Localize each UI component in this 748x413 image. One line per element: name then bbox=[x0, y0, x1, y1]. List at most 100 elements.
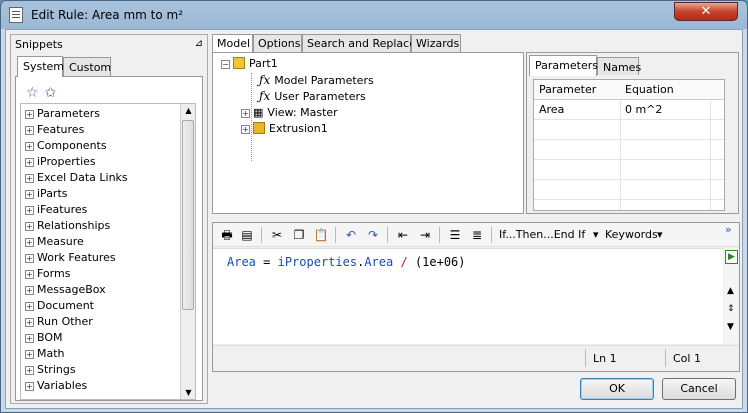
snippet-tree-item[interactable]: + Excel Data Links bbox=[25, 171, 128, 187]
expand-icon[interactable]: + bbox=[25, 206, 34, 215]
redo-icon[interactable]: ↷ bbox=[365, 227, 381, 243]
add-snippet-icon[interactable]: ☆ bbox=[26, 85, 39, 101]
expand-icon[interactable]: + bbox=[25, 238, 34, 247]
snippet-tree-item[interactable]: + Components bbox=[25, 139, 107, 155]
parameters-panel: Parameters Names Parameter Equation Area… bbox=[526, 52, 739, 214]
run-icon[interactable]: ▶ bbox=[725, 250, 738, 264]
expand-icon[interactable]: + bbox=[25, 142, 34, 151]
expand-icon[interactable]: + bbox=[25, 318, 34, 327]
tab-system[interactable]: System bbox=[17, 56, 64, 77]
expand-icon[interactable]: + bbox=[25, 366, 34, 375]
column-header-parameter[interactable]: Parameter bbox=[534, 80, 620, 100]
expand-icon[interactable]: + bbox=[25, 254, 34, 263]
expand-icon[interactable]: + bbox=[25, 158, 34, 167]
expand-icon[interactable]: + bbox=[25, 270, 34, 279]
expand-icon[interactable]: + bbox=[25, 190, 34, 199]
collapse-icon[interactable]: − bbox=[221, 60, 230, 69]
snippet-tree-item[interactable]: + Run Other bbox=[25, 315, 93, 331]
snippet-tree-item[interactable]: + MessageBox bbox=[25, 283, 106, 299]
snippets-scrollbar[interactable]: ▲ ▼ bbox=[180, 104, 195, 399]
snippet-tree-item[interactable]: + Relationships bbox=[25, 219, 110, 235]
snippet-label: Relationships bbox=[37, 219, 111, 232]
outdent-icon[interactable]: ⇤ bbox=[395, 227, 411, 243]
tree-node-view-master[interactable]: + ▦ View: Master bbox=[241, 106, 338, 119]
expand-icon[interactable]: + bbox=[25, 334, 34, 343]
keywords-dropdown-icon[interactable]: ▾ bbox=[593, 228, 599, 241]
snippet-tree-item[interactable]: + Strings bbox=[25, 363, 76, 379]
expand-icon[interactable]: + bbox=[25, 350, 34, 359]
expand-icon[interactable]: + bbox=[25, 286, 34, 295]
snippet-tree-item[interactable]: + iProperties bbox=[25, 155, 96, 171]
scroll-down-icon[interactable]: ▼ bbox=[727, 322, 734, 332]
indent-icon[interactable]: ⇥ bbox=[417, 227, 433, 243]
tab-model[interactable]: Model bbox=[212, 34, 253, 52]
snippet-tree-item[interactable]: + Variables bbox=[25, 379, 87, 395]
scroll-up-icon[interactable]: ▲ bbox=[727, 286, 734, 296]
tree-node-user-parameters[interactable]: ƒx User Parameters bbox=[259, 89, 366, 103]
if-then-button[interactable]: If...Then...End If bbox=[499, 228, 585, 241]
equation-cell[interactable]: 0 m^2 bbox=[620, 100, 710, 120]
keywords-chevron-icon[interactable]: ▾ bbox=[657, 228, 663, 241]
tree-node-part1[interactable]: − Part1 bbox=[221, 57, 278, 70]
cancel-button[interactable]: Cancel bbox=[662, 378, 736, 400]
snippet-tree-item[interactable]: + Math bbox=[25, 347, 65, 363]
snippet-tree-item[interactable]: + Parameters bbox=[25, 107, 100, 123]
toolbar-overflow-icon[interactable]: » bbox=[725, 223, 732, 236]
snippet-tree-item[interactable]: + Measure bbox=[25, 235, 84, 251]
print-preview-icon[interactable]: ▤ bbox=[239, 227, 255, 243]
snippets-tree: + Parameters + Features + Components + iPropert… bbox=[20, 103, 196, 400]
snippet-tree-item[interactable]: + Document bbox=[25, 299, 94, 315]
scroll-thumb[interactable] bbox=[182, 120, 194, 310]
expand-icon[interactable]: + bbox=[25, 222, 34, 231]
column-header-equation[interactable]: Equation bbox=[620, 80, 710, 100]
snippets-pane: Snippets ⊿ System Custom ☆ ✩ + Parameters +… bbox=[10, 34, 208, 404]
snippets-body: ☆ ✩ + Parameters + Features + Components + iProp… bbox=[15, 76, 203, 401]
snippet-tree-item[interactable]: + iFeatures bbox=[25, 203, 87, 219]
scroll-down-icon[interactable]: ▼ bbox=[181, 386, 195, 399]
parameter-name-cell[interactable]: Area bbox=[534, 100, 620, 120]
tab-wizards[interactable]: Wizards bbox=[411, 34, 461, 52]
tab-custom[interactable]: Custom bbox=[63, 57, 111, 76]
tree-node-extrusion1[interactable]: + Extrusion1 bbox=[241, 122, 328, 135]
edit-snippet-icon[interactable]: ✩ bbox=[45, 85, 57, 101]
expand-icon[interactable]: + bbox=[241, 109, 250, 118]
snippet-tree-item[interactable]: + BOM bbox=[25, 331, 63, 347]
tab-options[interactable]: Options bbox=[253, 34, 302, 52]
tab-search-replace[interactable]: Search and Replace bbox=[302, 34, 416, 52]
edit-rule-window: Edit Rule: Area mm to m² ✕ Snippets ⊿ Sy… bbox=[0, 0, 748, 413]
tab-names[interactable]: Names bbox=[597, 57, 641, 75]
snippet-label: Forms bbox=[37, 267, 71, 280]
scroll-up-icon[interactable]: ▲ bbox=[181, 104, 195, 117]
snippet-label: Strings bbox=[37, 363, 76, 376]
tab-parameters[interactable]: Parameters bbox=[529, 55, 598, 76]
paste-icon[interactable]: 📋 bbox=[313, 227, 329, 243]
snippet-tree-item[interactable]: + Work Features bbox=[25, 251, 116, 267]
snippet-tree-item[interactable]: + iParts bbox=[25, 187, 68, 203]
status-line: Ln 1 bbox=[593, 352, 617, 365]
copy-icon[interactable]: ❐ bbox=[291, 227, 307, 243]
code-line-1[interactable]: Area = iProperties.Area / (1e+06) bbox=[227, 255, 466, 269]
table-row[interactable]: Area 0 m^2 bbox=[534, 100, 724, 120]
ok-button[interactable]: OK bbox=[580, 378, 654, 400]
code-editor[interactable]: Area = iProperties.Area / (1e+06) bbox=[213, 248, 723, 344]
pin-icon[interactable]: ⊿ bbox=[195, 38, 203, 49]
view-icon: ▦ bbox=[253, 106, 264, 119]
comment-icon[interactable]: ☰ bbox=[447, 227, 463, 243]
print-icon[interactable]: 🖶 bbox=[219, 227, 235, 243]
expand-icon[interactable]: + bbox=[25, 382, 34, 391]
expand-icon[interactable]: + bbox=[25, 174, 34, 183]
expand-icon[interactable]: + bbox=[25, 126, 34, 135]
expand-icon[interactable]: + bbox=[25, 302, 34, 311]
tree-node-model-parameters[interactable]: ƒx Model Parameters bbox=[259, 73, 374, 87]
expand-icon[interactable]: + bbox=[25, 110, 34, 119]
undo-icon[interactable]: ↶ bbox=[343, 227, 359, 243]
snippet-tree-item[interactable]: + Features bbox=[25, 123, 84, 139]
uncomment-icon[interactable]: ≣ bbox=[469, 227, 485, 243]
split-icon[interactable]: ⇕ bbox=[727, 304, 735, 314]
expand-icon[interactable]: + bbox=[241, 125, 250, 134]
cut-icon[interactable]: ✂ bbox=[269, 227, 285, 243]
close-button[interactable]: ✕ bbox=[674, 2, 738, 21]
keywords-button[interactable]: Keywords bbox=[605, 228, 658, 241]
snippet-tree-item[interactable]: + Forms bbox=[25, 267, 70, 283]
snippet-label: Variables bbox=[37, 379, 88, 392]
